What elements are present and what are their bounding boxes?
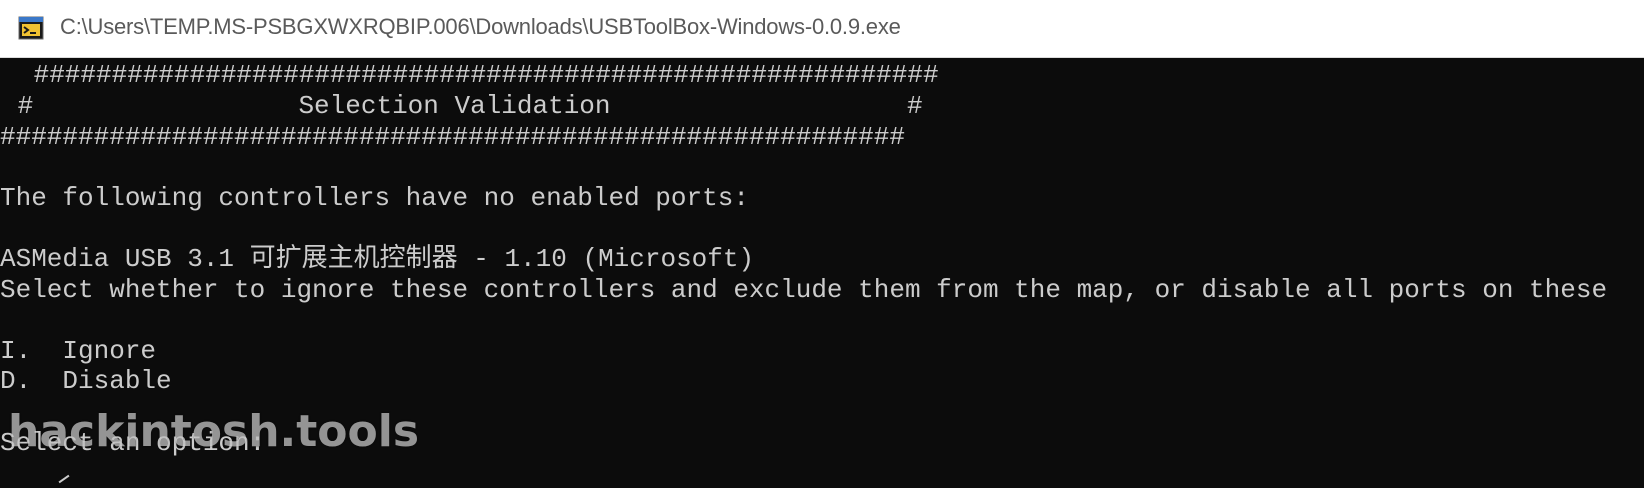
title-bar[interactable]: C:\Users\TEMP.MS-PSBGXWXRQBIP.006\Downlo… — [0, 0, 1644, 58]
scrollbar[interactable] — [1638, 60, 1644, 488]
console-app-icon — [18, 16, 44, 40]
option-ignore: I. Ignore — [0, 336, 157, 366]
console-window: C:\Users\TEMP.MS-PSBGXWXRQBIP.006\Downlo… — [0, 0, 1644, 488]
option-disable: D. Disable — [0, 366, 172, 396]
info-message: The following controllers have no enable… — [0, 183, 749, 213]
banner-bottom-border: ########################################… — [0, 122, 905, 152]
watermark-text: hackintosh.tools — [8, 406, 420, 457]
prompt-description: Select whether to ignore these controlle… — [0, 275, 1608, 305]
controller-name: ASMedia USB 3.1 可扩展主机控制器 - 1.10 (Microso… — [0, 244, 755, 274]
window-title: C:\Users\TEMP.MS-PSBGXWXRQBIP.006\Downlo… — [60, 14, 901, 39]
banner-top-border: ########################################… — [18, 60, 939, 90]
banner-title: # Selection Validation # — [2, 91, 923, 121]
